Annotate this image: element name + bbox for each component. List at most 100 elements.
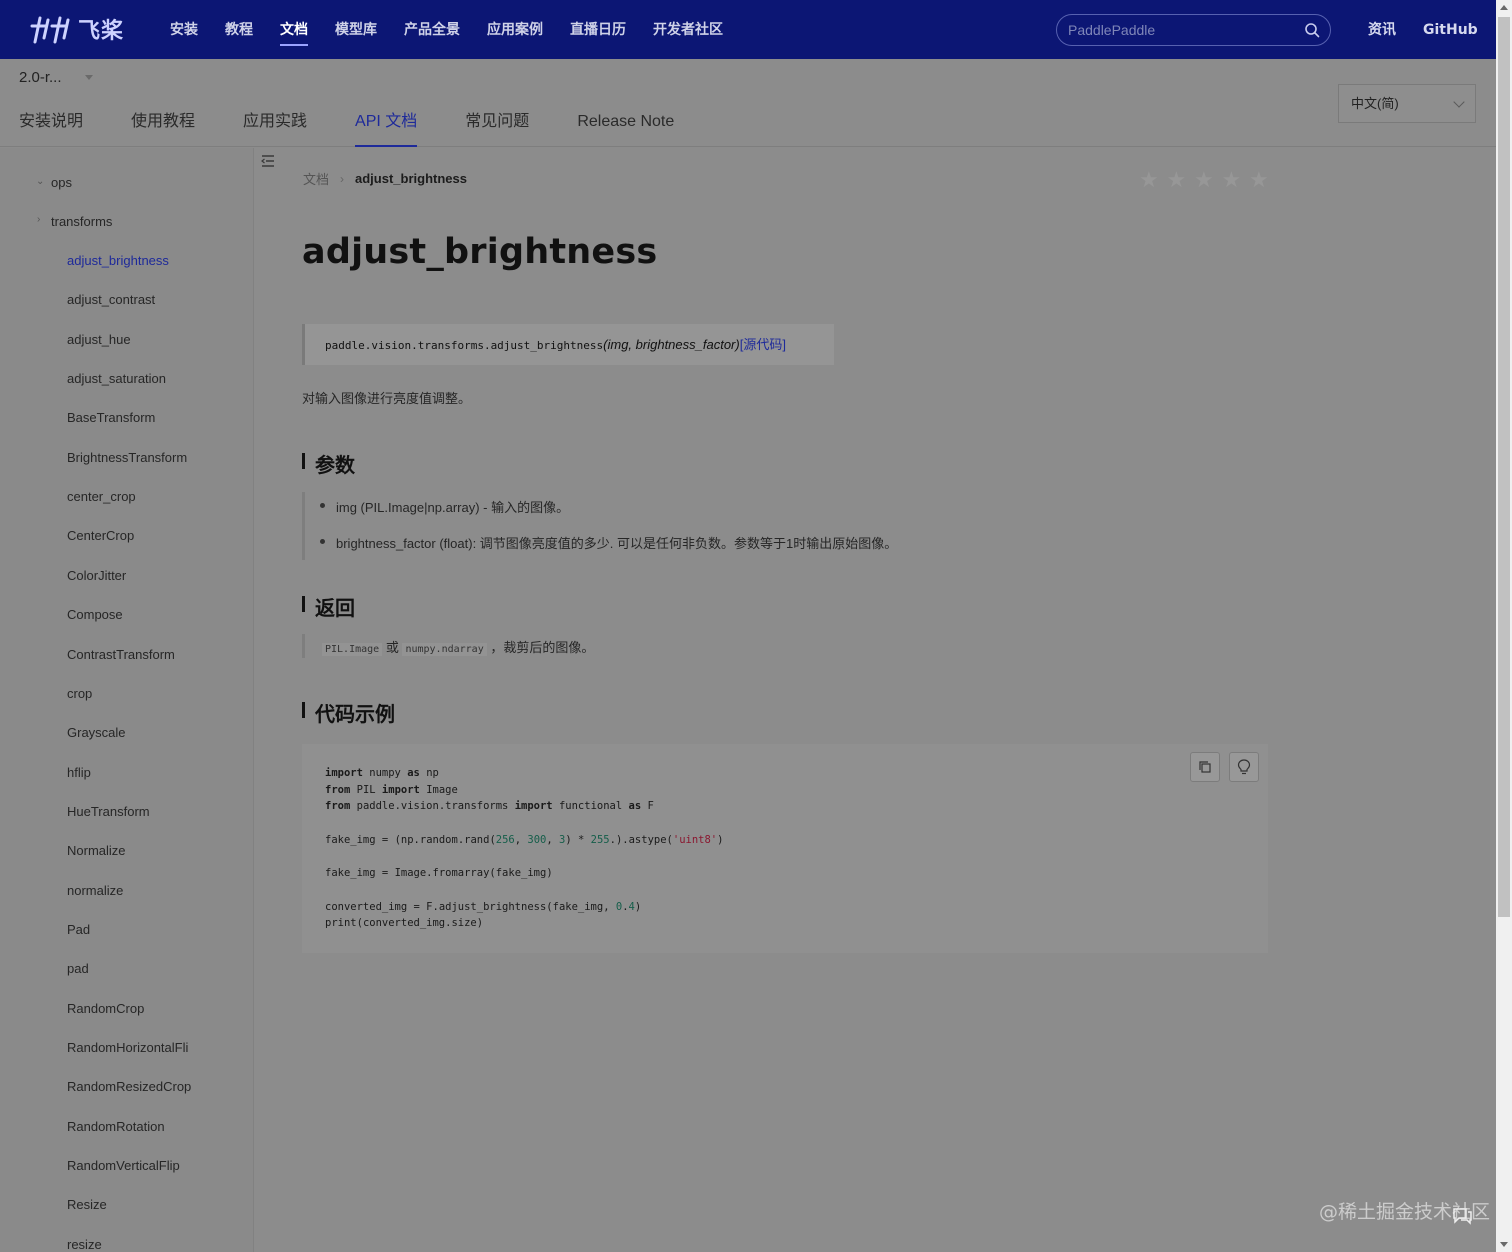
sidebar-item[interactable]: RandomCrop (67, 1001, 144, 1016)
source-code-link[interactable]: [源代码] (740, 337, 786, 352)
tab-practices[interactable]: 应用实践 (243, 102, 307, 147)
nav-link-install[interactable]: 安装 (170, 0, 198, 59)
chevron-down-icon (1453, 96, 1465, 108)
code-line: import numpy as np (325, 767, 439, 779)
star-icon[interactable]: ★ (1249, 169, 1271, 191)
sidebar-item[interactable]: RandomVerticalFlip (67, 1158, 180, 1173)
breadcrumb-current: adjust_brightness (355, 171, 467, 186)
paddlepaddle-logo[interactable]: 飞桨 (28, 12, 124, 46)
nav-link-news[interactable]: 资讯 (1368, 0, 1396, 59)
version-selector[interactable]: 2.0-r... (19, 69, 62, 86)
api-name: paddle.vision.transforms.adjust_brightne… (325, 339, 604, 352)
tab-release-note[interactable]: Release Note (577, 102, 674, 147)
language-select-value: 中文(简) (1351, 96, 1399, 111)
sidebar-group-ops[interactable]: ops (51, 175, 72, 190)
sidebar-item[interactable]: pad (67, 961, 89, 976)
nav-link-products[interactable]: 产品全景 (404, 0, 460, 59)
language-select[interactable]: 中文(简) (1338, 84, 1476, 123)
doc-tabs: 安装说明 使用教程 应用实践 API 文档 常见问题 Release Note (19, 102, 722, 147)
breadcrumb-home[interactable]: 文档 (303, 169, 329, 188)
sidebar-item[interactable]: crop (67, 686, 92, 701)
top-nav-links: 安装 教程 文档 模型库 产品全景 应用案例 直播日历 开发者社区 (170, 0, 750, 59)
top-navigation-bar: 飞桨 安装 教程 文档 模型库 产品全景 应用案例 直播日历 开发者社区 资讯 … (0, 0, 1496, 59)
sidebar-item[interactable]: Grayscale (67, 725, 126, 740)
scroll-down-icon[interactable] (1500, 1242, 1508, 1247)
code-line: converted_img = F.adjust_brightness(fake… (325, 900, 642, 913)
sidebar-item[interactable]: HueTransform (67, 804, 150, 819)
section-heading-returns: 返回 (302, 592, 355, 621)
nav-link-community[interactable]: 开发者社区 (653, 0, 723, 59)
param-brightness-factor: brightness_factor (float): 调节图像亮度值的多少. 可… (319, 533, 897, 552)
sidebar-item[interactable]: RandomRotation (67, 1119, 165, 1134)
star-icon[interactable]: ★ (1167, 169, 1189, 191)
sidebar-item[interactable]: RandomHorizontalFli (67, 1040, 188, 1055)
api-description: 对输入图像进行亮度值调整。 (302, 391, 472, 406)
code-line: from paddle.vision.transforms import fun… (325, 800, 654, 813)
nav-link-live[interactable]: 直播日历 (570, 0, 626, 59)
sidebar-item[interactable]: BrightnessTransform (67, 450, 187, 465)
nav-link-cases[interactable]: 应用案例 (487, 0, 543, 59)
logo-text: 飞桨 (78, 19, 125, 44)
star-icon[interactable]: ★ (1139, 169, 1161, 191)
page-scrollbar[interactable] (1496, 0, 1512, 1252)
search-icon[interactable] (1304, 22, 1320, 38)
sidebar-item[interactable]: adjust_contrast (67, 292, 155, 307)
sidebar-item[interactable]: center_crop (67, 489, 136, 504)
breadcrumb: 文档 › adjust_brightness (303, 169, 467, 188)
chevron-down-icon[interactable] (85, 75, 93, 80)
sidebar-item[interactable]: CenterCrop (67, 528, 134, 543)
lightbulb-icon (1237, 759, 1251, 775)
sidebar-item[interactable]: Normalize (67, 843, 126, 858)
code-line: fake_img = (np.random.rand(256, 300, 3) … (325, 833, 724, 846)
chevron-right-icon: › (340, 171, 345, 186)
chat-icon[interactable] (1450, 1203, 1474, 1227)
doc-subheader: 2.0-r... 安装说明 使用教程 应用实践 API 文档 常见问题 Rele… (0, 59, 1496, 147)
search-box (1056, 14, 1331, 46)
sidebar-item[interactable]: adjust_brightness (67, 253, 169, 268)
sidebar-item[interactable]: adjust_hue (67, 332, 131, 347)
section-heading-example: 代码示例 (302, 698, 395, 727)
sidebar-item[interactable]: resize (67, 1237, 102, 1252)
sidebar-item[interactable]: normalize (67, 883, 123, 898)
nav-link-docs[interactable]: 文档 (280, 0, 308, 59)
sidebar-group-transforms[interactable]: transforms (51, 214, 112, 229)
tab-faq[interactable]: 常见问题 (465, 102, 529, 147)
param-img: img (PIL.Image|np.array) - 输入的图像。 (319, 497, 569, 516)
chevron-right-icon[interactable]: › (37, 214, 40, 225)
run-code-button[interactable] (1229, 752, 1259, 782)
sidebar-item[interactable]: ColorJitter (67, 568, 126, 583)
copy-icon (1199, 761, 1211, 773)
sidebar-item[interactable]: hflip (67, 765, 91, 780)
tab-user-guide[interactable]: 使用教程 (131, 102, 195, 147)
star-icon[interactable]: ★ (1222, 169, 1244, 191)
api-sidebar: ⌄ ops › transforms adjust_brightnessadju… (0, 148, 254, 1252)
chevron-down-icon[interactable]: ⌄ (36, 176, 44, 187)
nav-link-github[interactable]: GitHub (1423, 0, 1478, 59)
page-title: adjust_brightness (302, 232, 658, 272)
sidebar-item[interactable]: Resize (67, 1197, 107, 1212)
sidebar-item[interactable]: RandomResizedCrop (67, 1079, 191, 1094)
sidebar-item[interactable]: BaseTransform (67, 410, 155, 425)
return-type-pil: PIL.Image (322, 643, 383, 656)
sidebar-item[interactable]: ContrastTransform (67, 647, 175, 662)
collapse-sidebar-icon[interactable] (261, 154, 275, 168)
tab-api-docs[interactable]: API 文档 (355, 102, 418, 147)
star-rating: ★ ★ ★ ★ ★ (1139, 169, 1277, 191)
tab-install-guide[interactable]: 安装说明 (19, 102, 83, 147)
return-text: ，裁剪后的图像。 (490, 640, 595, 655)
api-params: (img, brightness_factor) (603, 337, 740, 352)
section-heading-params: 参数 (302, 449, 355, 478)
paddle-logo-icon (30, 16, 70, 44)
sidebar-item[interactable]: Compose (67, 607, 123, 622)
sidebar-item[interactable]: adjust_saturation (67, 371, 166, 386)
nav-link-tutorial[interactable]: 教程 (225, 0, 253, 59)
nav-link-model-zoo[interactable]: 模型库 (335, 0, 377, 59)
params-list: img (PIL.Image|np.array) - 输入的图像。 bright… (302, 492, 1002, 560)
sidebar-item[interactable]: Pad (67, 922, 90, 937)
scroll-up-icon[interactable] (1500, 5, 1508, 10)
star-icon[interactable]: ★ (1194, 169, 1216, 191)
scrollbar-thumb[interactable] (1498, 17, 1510, 917)
copy-button[interactable] (1190, 752, 1220, 782)
search-input[interactable] (1068, 22, 1298, 38)
api-signature: paddle.vision.transforms.adjust_brightne… (302, 324, 834, 365)
